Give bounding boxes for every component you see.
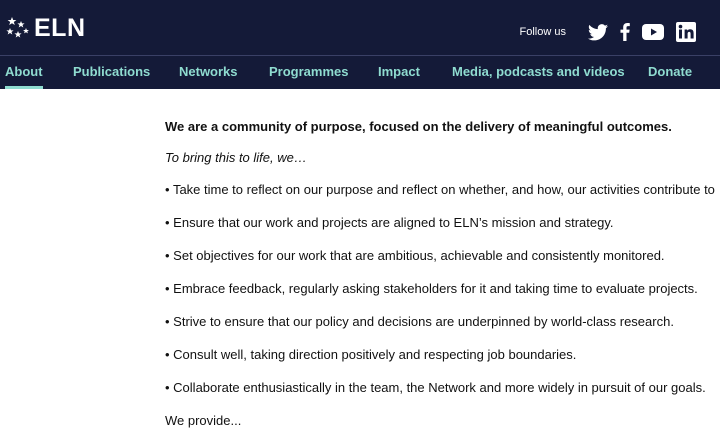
social-links: Follow us bbox=[520, 20, 696, 44]
list-item: Embrace feedback, regularly asking stake… bbox=[165, 280, 720, 298]
youtube-link[interactable] bbox=[642, 24, 664, 40]
trailing-text: We provide... bbox=[165, 413, 242, 428]
list-item: Set objectives for our work that are amb… bbox=[165, 247, 720, 265]
site-header: ELN Follow us About Publications Network… bbox=[0, 0, 720, 89]
linkedin-link[interactable] bbox=[676, 22, 696, 42]
nav-item-programmes[interactable]: Programmes bbox=[269, 56, 348, 89]
brand-name: ELN bbox=[34, 14, 86, 42]
follow-us-label: Follow us bbox=[519, 26, 566, 38]
twitter-icon bbox=[588, 23, 608, 40]
intro-text: To bring this to life, we… bbox=[165, 150, 307, 165]
commitments-list: Take time to reflect on our purpose and … bbox=[165, 181, 720, 397]
nav-item-impact[interactable]: Impact bbox=[378, 56, 420, 89]
nav-item-publications[interactable]: Publications bbox=[73, 56, 150, 89]
facebook-link[interactable] bbox=[620, 23, 630, 41]
nav-item-networks[interactable]: Networks bbox=[179, 56, 238, 89]
nav-item-about[interactable]: About bbox=[5, 56, 43, 89]
nav-item-donate[interactable]: Donate bbox=[648, 56, 692, 89]
list-item: Take time to reflect on our purpose and … bbox=[165, 181, 720, 199]
main-content: We are a community of purpose, focused o… bbox=[165, 118, 720, 430]
facebook-icon bbox=[620, 23, 630, 41]
nav-item-media[interactable]: Media, podcasts and videos bbox=[452, 56, 625, 89]
lead-statement: We are a community of purpose, focused o… bbox=[165, 119, 672, 134]
list-item: Strive to ensure that our policy and dec… bbox=[165, 313, 720, 331]
list-item: Collaborate enthusiastically in the team… bbox=[165, 379, 720, 397]
list-item: Ensure that our work and projects are al… bbox=[165, 214, 720, 232]
twitter-link[interactable] bbox=[588, 23, 608, 41]
star-cluster-icon bbox=[6, 17, 29, 38]
site-logo[interactable]: ELN bbox=[5, 13, 86, 43]
linkedin-icon bbox=[676, 22, 696, 42]
youtube-icon bbox=[642, 24, 664, 40]
list-item: Consult well, taking direction positivel… bbox=[165, 346, 720, 364]
main-nav: About Publications Networks Programmes I… bbox=[0, 56, 720, 89]
